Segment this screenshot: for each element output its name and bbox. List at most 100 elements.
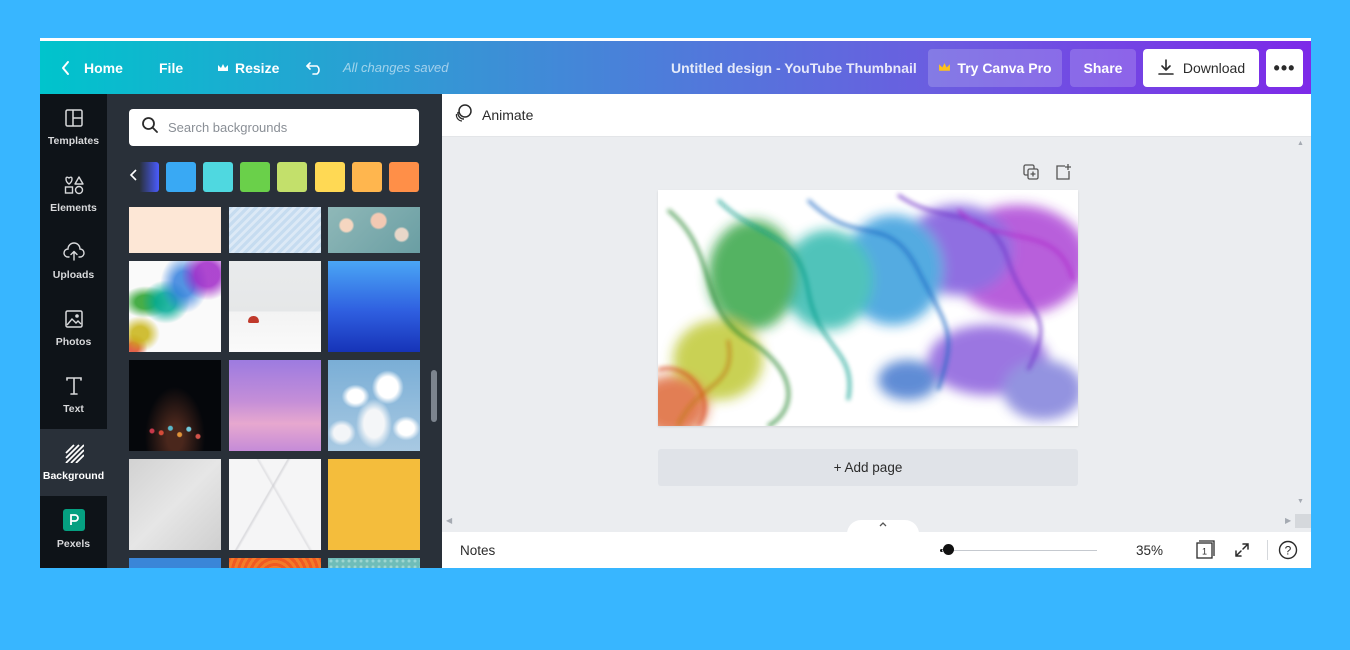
animate-toolbar: Animate <box>442 94 1311 137</box>
download-icon <box>1157 58 1175 79</box>
background-thumb-dark-lights[interactable] <box>129 360 221 451</box>
rail-label-photos: Photos <box>55 336 92 348</box>
duplicate-page-icon[interactable] <box>1022 163 1040 183</box>
zoom-slider-handle[interactable] <box>943 544 955 555</box>
uploads-icon <box>62 242 85 269</box>
scrollbar-corner <box>1295 514 1311 528</box>
rail-label-pexels: Pexels <box>56 538 91 550</box>
canva-editor-window: Home File Resize All changes saved Untit… <box>40 38 1311 568</box>
background-thumb-white-marble[interactable] <box>229 459 321 550</box>
panel-scrollbar[interactable] <box>431 370 437 422</box>
help-glyph: ? <box>1285 543 1292 557</box>
text-icon <box>64 376 84 403</box>
rail-item-photos[interactable]: Photos <box>40 295 107 362</box>
background-thumb-sky-clouds[interactable] <box>328 360 420 451</box>
rail-item-text[interactable]: Text <box>40 362 107 429</box>
rail-item-background[interactable]: Background <box>40 429 107 496</box>
pexels-icon <box>62 509 85 538</box>
fullscreen-icon[interactable] <box>1232 540 1252 565</box>
search-placeholder: Search backgrounds <box>168 120 288 135</box>
swatch-light-orange[interactable] <box>352 162 382 192</box>
left-rail: Templates Elements Uploads Photos Text B… <box>40 94 107 568</box>
undo-icon <box>305 60 325 76</box>
notes-button[interactable]: Notes <box>460 543 495 558</box>
home-button[interactable]: Home <box>60 41 123 94</box>
swatch-turquoise[interactable] <box>203 162 233 192</box>
page-count: 1 <box>1202 547 1207 557</box>
background-thumb-blue-gradient[interactable] <box>328 261 420 352</box>
bottom-divider <box>1267 540 1268 560</box>
background-thumb-blue-partial[interactable] <box>129 558 221 568</box>
more-options-button[interactable]: ••• <box>1266 49 1303 87</box>
rail-item-uploads[interactable]: Uploads <box>40 228 107 295</box>
background-thumb-peach[interactable] <box>129 207 221 253</box>
design-title[interactable]: Untitled design - YouTube Thumbnail <box>671 41 917 94</box>
background-thumb-teal-dots[interactable] <box>328 558 420 568</box>
backgrounds-panel: Search backgrounds <box>107 94 442 568</box>
swatch-yellow[interactable] <box>315 162 345 192</box>
rail-item-elements[interactable]: Elements <box>40 161 107 228</box>
try-canva-pro-button[interactable]: Try Canva Pro <box>928 49 1062 87</box>
page-tools <box>1022 163 1072 183</box>
background-thumb-rainbow-smoke[interactable] <box>129 261 221 352</box>
backgrounds-grid <box>129 207 421 568</box>
share-button[interactable]: Share <box>1070 49 1136 87</box>
rail-item-templates[interactable]: Templates <box>40 94 107 161</box>
background-thumb-yellow[interactable] <box>328 459 420 550</box>
background-thumb-blue-stripes[interactable] <box>229 207 321 253</box>
animate-button[interactable]: Animate <box>454 103 533 128</box>
color-swatches <box>129 162 421 192</box>
page-count-icon[interactable]: 1 <box>1194 540 1216 565</box>
background-thumb-pink-clouds[interactable] <box>229 360 321 451</box>
background-thumb-orange-pattern[interactable] <box>229 558 321 568</box>
undo-button[interactable] <box>305 41 325 94</box>
swatch-green[interactable] <box>240 162 270 192</box>
swatch-scroll-left[interactable] <box>129 162 159 192</box>
templates-icon <box>64 108 84 135</box>
chevron-left-icon <box>129 168 139 187</box>
resize-button[interactable]: Resize <box>217 41 279 94</box>
crown-icon <box>217 63 229 73</box>
rail-item-pexels[interactable]: Pexels <box>40 496 107 563</box>
swatch-blue[interactable] <box>166 162 196 192</box>
ladybug-shape <box>248 316 259 323</box>
file-menu[interactable]: File <box>159 41 183 94</box>
download-button[interactable]: Download <box>1143 49 1259 87</box>
top-bar: Home File Resize All changes saved Untit… <box>40 41 1311 94</box>
scroll-down-arrow[interactable]: ▼ <box>1297 498 1304 505</box>
chevron-left-icon <box>60 60 72 76</box>
bottom-bar: Notes 35% 1 ? <box>442 520 1311 568</box>
rail-label-background: Background <box>42 470 105 482</box>
editor-area: Animate ▲ + Add page ▼ ◀ ▶ Notes 35% 1 ? <box>442 94 1311 568</box>
rail-label-elements: Elements <box>50 202 97 214</box>
background-thumb-ladybug[interactable] <box>229 261 321 352</box>
resize-label: Resize <box>235 59 280 76</box>
scroll-up-arrow[interactable]: ▲ <box>1297 140 1304 147</box>
animate-label: Animate <box>482 107 534 123</box>
elements-icon <box>63 175 85 202</box>
rail-label-templates: Templates <box>47 135 100 147</box>
add-page-icon[interactable] <box>1054 163 1072 183</box>
rail-label-uploads: Uploads <box>52 269 95 281</box>
search-backgrounds-field[interactable]: Search backgrounds <box>129 109 419 146</box>
crown-icon <box>938 60 951 76</box>
try-pro-label: Try Canva Pro <box>957 60 1052 76</box>
swatch-lime[interactable] <box>277 162 307 192</box>
scroll-left-arrow[interactable]: ◀ <box>446 516 452 525</box>
photos-icon <box>64 309 84 336</box>
background-thumb-bokeh[interactable] <box>328 207 420 253</box>
save-status: All changes saved <box>343 60 449 75</box>
home-label: Home <box>84 59 123 76</box>
zoom-level[interactable]: 35% <box>1136 543 1163 558</box>
add-page-button[interactable]: + Add page <box>658 449 1078 486</box>
help-icon[interactable]: ? <box>1278 540 1298 565</box>
zoom-slider-track[interactable] <box>942 550 1097 551</box>
swatch-orange[interactable] <box>389 162 419 192</box>
chevron-up-icon <box>878 520 888 530</box>
show-pages-tab[interactable] <box>847 520 919 534</box>
background-thumb-grey-texture[interactable] <box>129 459 221 550</box>
rail-label-text: Text <box>63 403 84 415</box>
scroll-right-arrow[interactable]: ▶ <box>1285 516 1291 525</box>
background-icon <box>64 443 85 470</box>
design-canvas[interactable] <box>658 190 1078 426</box>
